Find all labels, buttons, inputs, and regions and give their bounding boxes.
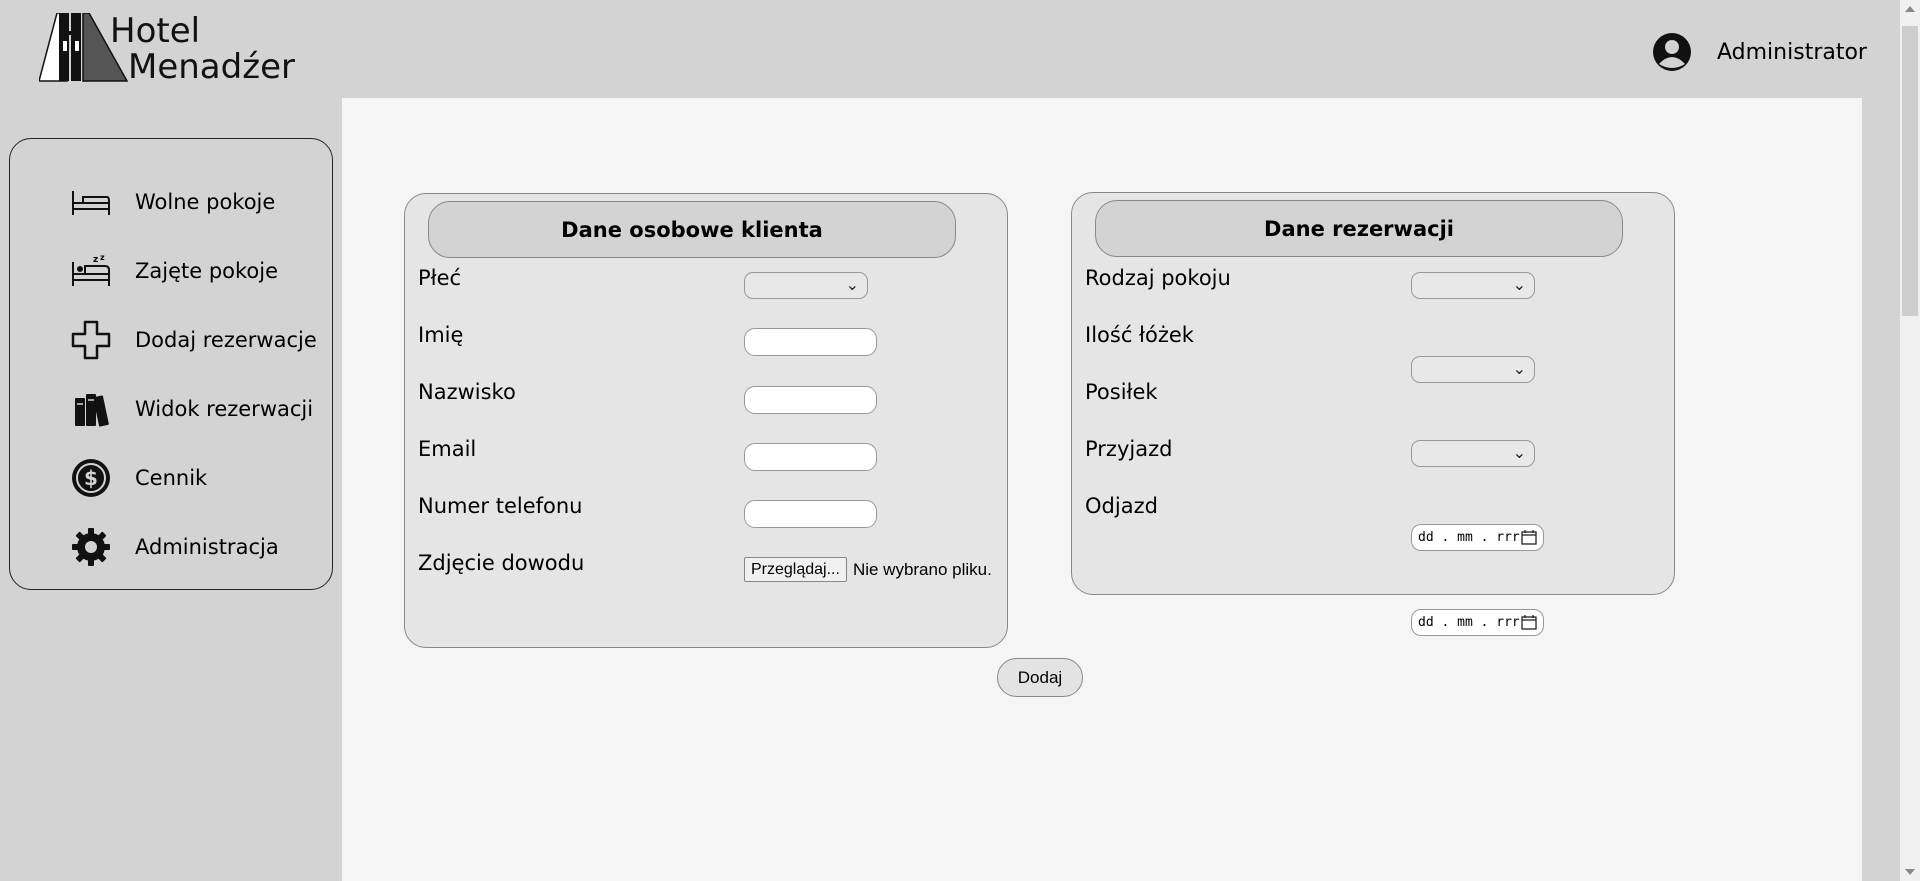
scroll-up-icon[interactable] [1905, 6, 1915, 12]
books-icon [69, 387, 113, 431]
sidebar: Wolne pokoje zz Zajęte pokoje Dodaj reze… [9, 138, 333, 590]
departure-label: Odjazd [1085, 494, 1158, 518]
sidebar-item-zajete-pokoje[interactable]: zz Zajęte pokoje [10, 236, 332, 305]
sidebar-item-label: Administracja [135, 534, 279, 559]
id-photo-label: Zdjęcie dowodu [418, 551, 585, 575]
logo-line-2: Menadźer [128, 47, 295, 87]
scroll-down-icon[interactable] [1905, 869, 1915, 875]
sidebar-item-widok-rezerwacji[interactable]: Widok rezerwacji [10, 374, 332, 443]
sidebar-item-dodaj-rezerwacje[interactable]: Dodaj rezerwacje [10, 305, 332, 374]
email-input[interactable] [744, 443, 877, 471]
sidebar-item-label: Cennik [135, 465, 208, 490]
chevron-down-icon: ⌄ [845, 275, 859, 294]
user-menu[interactable]: Administrator [1652, 32, 1867, 72]
phone-label: Numer telefonu [418, 494, 583, 518]
gear-icon [69, 525, 113, 569]
arrival-label: Przyjazd [1085, 437, 1173, 461]
phone-input[interactable] [744, 500, 877, 528]
chevron-down-icon: ⌄ [1512, 275, 1526, 294]
last-name-input[interactable] [744, 386, 877, 414]
id-photo-file-input: Przeglądaj... Nie wybrano pliku. [744, 557, 992, 582]
page-scrollbar[interactable] [1900, 0, 1920, 881]
chevron-down-icon: ⌄ [1512, 359, 1526, 378]
sidebar-item-label: Dodaj rezerwacje [135, 327, 317, 352]
sidebar-item-administracja[interactable]: Administracja [10, 512, 332, 581]
plus-outline-icon [69, 318, 113, 362]
main-content: Dane osobowe klienta Płeć ⌄ Imię Nazwisk… [342, 98, 1862, 881]
beds-select[interactable]: ⌄ [1411, 356, 1535, 383]
email-label: Email [418, 437, 477, 461]
logo-line-1: Hotel [110, 11, 201, 51]
sidebar-item-label: Zajęte pokoje [135, 258, 279, 283]
svg-text:z: z [100, 254, 105, 262]
card-title: Dane rezerwacji [1095, 200, 1623, 257]
beds-label: Ilość łóżek [1085, 323, 1194, 347]
arrival-date-input[interactable]: dd . mm . rrr [1411, 524, 1544, 551]
client-data-card: Dane osobowe klienta Płeć ⌄ Imię Nazwisk… [404, 193, 1008, 648]
user-name: Administrator [1717, 39, 1867, 65]
last-name-label: Nazwisko [418, 380, 516, 404]
date-placeholder: dd . mm . rrr [1418, 615, 1520, 630]
reservation-data-card: Dane rezerwacji Rodzaj pokoju ⌄ Ilość łó… [1071, 192, 1675, 636]
sidebar-item-cennik[interactable]: $ Cennik [10, 443, 332, 512]
card-title: Dane osobowe klienta [428, 201, 956, 258]
departure-date-input[interactable]: dd . mm . rrr [1411, 609, 1544, 636]
calendar-icon[interactable] [1521, 530, 1537, 545]
room-type-label: Rodzaj pokoju [1085, 266, 1231, 290]
chevron-down-icon: ⌄ [1512, 443, 1526, 462]
calendar-icon[interactable] [1521, 615, 1537, 630]
date-placeholder: dd . mm . rrr [1418, 530, 1520, 545]
user-circle-icon [1653, 33, 1691, 71]
scrollbar-thumb[interactable] [1902, 26, 1918, 316]
first-name-input[interactable] [744, 328, 877, 356]
gender-select[interactable]: ⌄ [744, 272, 868, 299]
svg-text:z: z [93, 255, 98, 265]
logo: Hotel Menadźer [39, 13, 295, 85]
svg-text:$: $ [84, 466, 98, 490]
sidebar-item-wolne-pokoje[interactable]: Wolne pokoje [10, 167, 332, 236]
dollar-coin-icon: $ [69, 456, 113, 500]
room-type-select[interactable]: ⌄ [1411, 272, 1535, 299]
sleeping-bed-icon: zz [69, 249, 113, 293]
sidebar-item-label: Widok rezerwacji [135, 396, 314, 421]
meal-select[interactable]: ⌄ [1411, 440, 1535, 467]
logo-text: Hotel Menadźer [110, 13, 295, 85]
sidebar-item-label: Wolne pokoje [135, 189, 276, 214]
first-name-label: Imię [418, 323, 464, 347]
add-reservation-button[interactable]: Dodaj [997, 658, 1083, 697]
browse-button[interactable]: Przeglądaj... [744, 557, 847, 582]
gender-label: Płeć [418, 266, 462, 290]
file-status: Nie wybrano pliku. [852, 559, 992, 579]
bed-icon [69, 180, 113, 224]
meal-label: Posiłek [1085, 380, 1158, 404]
